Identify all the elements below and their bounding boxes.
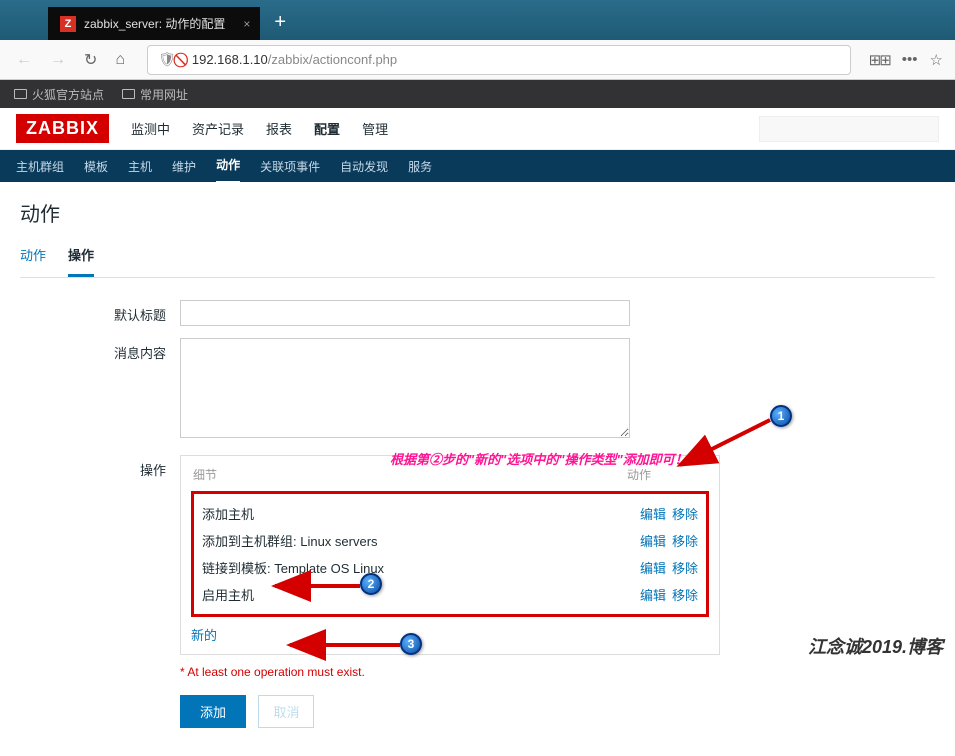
annotation-circle-2: 2 bbox=[360, 573, 382, 595]
edit-link[interactable]: 编辑 bbox=[640, 531, 666, 550]
tab-action[interactable]: 动作 bbox=[20, 245, 46, 277]
browser-tab-strip: Z zabbix_server: 动作的配置 × + bbox=[0, 0, 955, 40]
nav-config[interactable]: 配置 bbox=[314, 119, 340, 138]
browser-nav-bar: ← → ↻ ⌂ 🛡 ⃠ 192.168.1.10/zabbix/actionco… bbox=[0, 40, 955, 80]
zabbix-logo[interactable]: ZABBIX bbox=[16, 114, 109, 143]
remove-link[interactable]: 移除 bbox=[672, 531, 698, 550]
sub-nav-templates[interactable]: 模板 bbox=[84, 150, 108, 183]
edit-link[interactable]: 编辑 bbox=[640, 558, 666, 577]
edit-link[interactable]: 编辑 bbox=[640, 585, 666, 604]
remove-link[interactable]: 移除 bbox=[672, 504, 698, 523]
error-message: At least one operation must exist. bbox=[180, 665, 935, 679]
operation-text: 添加主机 bbox=[202, 504, 640, 523]
close-icon[interactable]: × bbox=[243, 17, 250, 31]
reader-icon[interactable]: ⊞⊞ bbox=[869, 51, 890, 69]
add-button[interactable]: 添加 bbox=[180, 695, 246, 728]
bookmark-item[interactable]: 常用网址 bbox=[122, 86, 188, 103]
url-text: 192.168.1.10/zabbix/actionconf.php bbox=[192, 52, 840, 67]
new-operation-link[interactable]: 新的 bbox=[191, 628, 217, 643]
operation-text: 链接到模板: Template OS Linux bbox=[202, 558, 640, 577]
page-title: 动作 bbox=[20, 198, 935, 227]
sub-nav-hostgroups[interactable]: 主机群组 bbox=[16, 150, 64, 183]
operations-list: 添加主机 编辑 移除 添加到主机群组: Linux servers 编辑 移除 bbox=[191, 491, 709, 617]
bookmark-star-icon[interactable]: ☆ bbox=[930, 51, 943, 69]
nav-inventory[interactable]: 资产记录 bbox=[192, 119, 244, 138]
tab-favicon: Z bbox=[60, 16, 76, 32]
col-action: 动作 bbox=[627, 466, 707, 483]
nav-admin[interactable]: 管理 bbox=[362, 119, 388, 138]
inner-tabs: 动作 操作 bbox=[20, 245, 935, 278]
operations-table: 细节 动作 添加主机 编辑 移除 添加到主机群组: Linux servers bbox=[180, 455, 720, 655]
operation-row: 链接到模板: Template OS Linux 编辑 移除 bbox=[202, 554, 698, 581]
cancel-button[interactable]: 取消 bbox=[258, 695, 314, 728]
operation-text: 添加到主机群组: Linux servers bbox=[202, 531, 640, 550]
sub-nav-discovery[interactable]: 自动发现 bbox=[340, 150, 388, 183]
sub-nav-maintenance[interactable]: 维护 bbox=[172, 150, 196, 183]
new-tab-button[interactable]: + bbox=[260, 5, 300, 40]
operation-row: 启用主机 编辑 移除 bbox=[202, 581, 698, 608]
bookmarks-bar: 火狐官方站点 常用网址 bbox=[0, 80, 955, 108]
home-button[interactable]: ⌂ bbox=[111, 47, 129, 73]
page-body: 动作 动作 操作 默认标题 消息内容 操作 细节 动作 添加主机 bbox=[0, 182, 955, 756]
url-bar[interactable]: 🛡 ⃠ 192.168.1.10/zabbix/actionconf.php bbox=[147, 45, 851, 75]
folder-icon bbox=[122, 89, 135, 99]
search-input[interactable] bbox=[759, 116, 939, 142]
nav-reports[interactable]: 报表 bbox=[266, 119, 292, 138]
tab-operation[interactable]: 操作 bbox=[68, 245, 94, 277]
edit-link[interactable]: 编辑 bbox=[640, 504, 666, 523]
shield-icon: 🛡 bbox=[158, 51, 176, 68]
annotation-circle-1: 1 bbox=[770, 405, 792, 427]
remove-link[interactable]: 移除 bbox=[672, 558, 698, 577]
default-title-input[interactable] bbox=[180, 300, 630, 326]
folder-icon bbox=[14, 89, 27, 99]
sub-nav-actions[interactable]: 动作 bbox=[216, 148, 240, 184]
sub-nav-correlation[interactable]: 关联项事件 bbox=[260, 150, 320, 183]
annotation-circle-3: 3 bbox=[400, 633, 422, 655]
more-icon[interactable]: ••• bbox=[902, 51, 918, 68]
sub-nav-services[interactable]: 服务 bbox=[408, 150, 432, 183]
sub-nav-hosts[interactable]: 主机 bbox=[128, 150, 152, 183]
browser-tab[interactable]: Z zabbix_server: 动作的配置 × bbox=[48, 7, 260, 40]
back-button[interactable]: ← bbox=[12, 47, 36, 73]
default-title-label: 默认标题 bbox=[20, 300, 180, 326]
reload-button[interactable]: ↻ bbox=[80, 46, 101, 74]
bookmark-item[interactable]: 火狐官方站点 bbox=[14, 86, 104, 103]
operation-row: 添加到主机群组: Linux servers 编辑 移除 bbox=[202, 527, 698, 554]
operation-text: 启用主机 bbox=[202, 585, 640, 604]
tab-title: zabbix_server: 动作的配置 bbox=[84, 15, 225, 32]
col-detail: 细节 bbox=[193, 466, 627, 483]
operations-label: 操作 bbox=[20, 455, 180, 728]
remove-link[interactable]: 移除 bbox=[672, 585, 698, 604]
annotation-hint: 根据第②步的"新的"选项中的"操作类型"添加即可！ bbox=[390, 449, 688, 468]
operation-row: 添加主机 编辑 移除 bbox=[202, 500, 698, 527]
watermark: 江念诚2019.博客 bbox=[808, 633, 943, 659]
sub-nav: 主机群组 模板 主机 维护 动作 关联项事件 自动发现 服务 bbox=[0, 150, 955, 182]
zabbix-header: ZABBIX 监测中 资产记录 报表 配置 管理 bbox=[0, 108, 955, 150]
message-textarea[interactable] bbox=[180, 338, 630, 438]
message-label: 消息内容 bbox=[20, 338, 180, 443]
forward-button[interactable]: → bbox=[46, 47, 70, 73]
nav-monitoring[interactable]: 监测中 bbox=[131, 119, 170, 138]
